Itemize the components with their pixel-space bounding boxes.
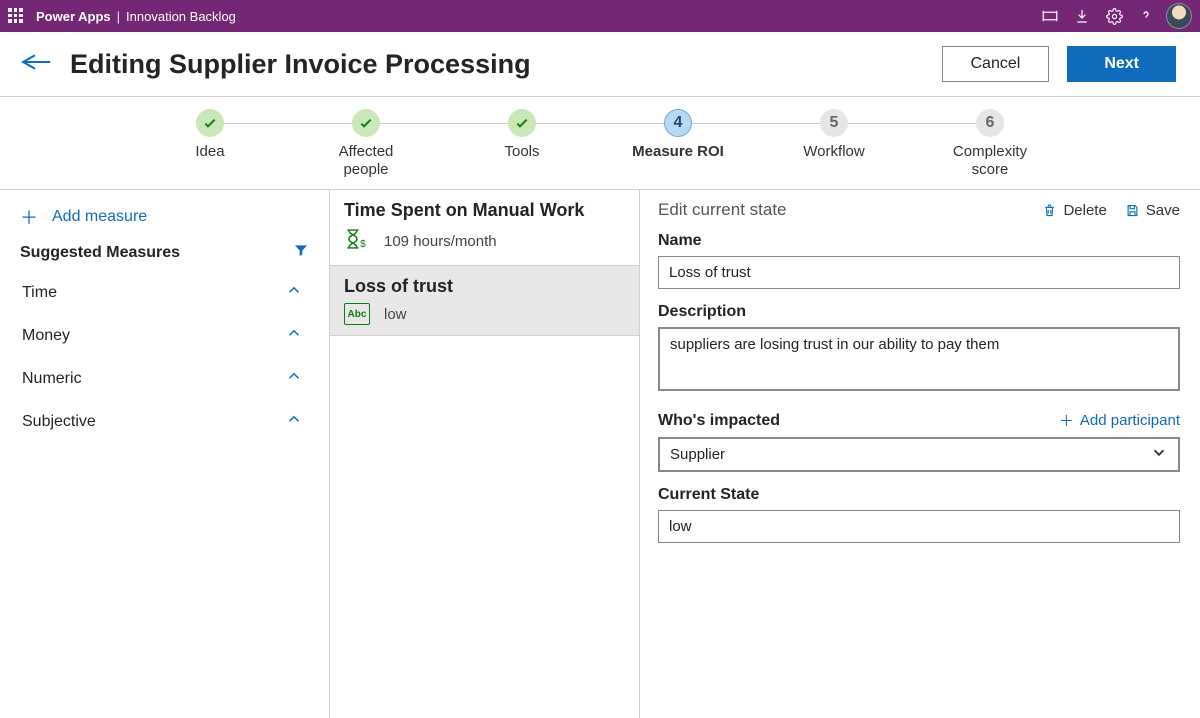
step-circle-icon: 6 [976,109,1004,137]
chevron-up-icon [285,410,303,433]
suggested-measures-heading: Suggested Measures [20,244,180,262]
add-measure-button[interactable]: ＋ Add measure [0,196,329,238]
step-connector [224,123,352,124]
save-label: Save [1146,202,1180,219]
avatar[interactable] [1166,3,1192,29]
back-button[interactable] [18,50,52,79]
step-6[interactable]: 6 Complexity score [944,109,1036,179]
app-name[interactable]: Power Apps [36,9,111,24]
step-4[interactable]: 4 Measure ROI [632,109,724,179]
category-numeric[interactable]: Numeric [0,357,329,400]
step-circle-icon: 5 [820,109,848,137]
page-title: Editing Supplier Invoice Processing [70,49,924,80]
category-label: Subjective [22,413,96,431]
measure-title: Time Spent on Manual Work [344,200,625,221]
current-state-input[interactable] [658,510,1180,543]
chevron-up-icon [285,367,303,390]
measures-sidebar: ＋ Add measure Suggested Measures Time Mon… [0,190,330,718]
name-input[interactable] [658,256,1180,289]
description-input[interactable] [658,327,1180,391]
waffle-icon[interactable] [8,8,24,24]
svg-text:$: $ [360,239,366,250]
step-connector [692,123,820,124]
fit-icon[interactable] [1034,0,1066,32]
step-label: Affected people [320,143,412,179]
step-2[interactable]: Affected people [320,109,412,179]
progress-stepper: Idea Affected people Tools 4 Measure ROI 5 Wor… [0,97,1200,190]
category-label: Time [22,284,57,302]
category-money[interactable]: Money [0,314,329,357]
add-participant-label: Add participant [1080,412,1180,429]
gear-icon[interactable] [1098,0,1130,32]
save-icon [1125,203,1140,218]
step-label: Complexity score [944,143,1036,179]
chevron-up-icon [285,281,303,304]
global-top-bar: Power Apps | Innovation Backlog [0,0,1200,32]
filter-icon[interactable] [293,242,309,263]
step-connector [536,123,664,124]
step-circle-icon [196,109,224,137]
category-subjective[interactable]: Subjective [0,400,329,443]
current-state-label: Current State [658,486,1180,504]
cancel-button[interactable]: Cancel [942,46,1050,82]
step-circle-icon: 4 [664,109,692,137]
description-label: Description [658,303,1180,321]
step-label: Measure ROI [632,143,724,161]
step-label: Idea [195,143,224,161]
step-3[interactable]: Tools [476,109,568,179]
step-connector [848,123,976,124]
category-label: Money [22,327,70,345]
hourglass-money-icon: $ [344,227,370,255]
topbar-separator: | [117,9,120,24]
measure-title: Loss of trust [344,276,625,297]
add-participant-button[interactable]: ＋ Add participant [1059,410,1180,431]
impacted-select[interactable] [658,437,1180,472]
measure-value: low [384,306,407,323]
page-header: Editing Supplier Invoice Processing Canc… [0,32,1200,97]
category-time[interactable]: Time [0,271,329,314]
edit-measure-panel: Edit current state Delete Save Name Desc… [640,190,1200,718]
trash-icon [1042,203,1057,218]
measures-list: Time Spent on Manual Work $109 hours/mont… [330,190,640,718]
step-connector [380,123,508,124]
add-measure-label: Add measure [52,208,147,226]
edit-panel-title: Edit current state [658,200,1024,220]
abc-icon: Abc [344,303,370,325]
breadcrumb-page[interactable]: Innovation Backlog [126,9,236,24]
measure-value: 109 hours/month [384,233,497,250]
step-1[interactable]: Idea [164,109,256,179]
help-icon[interactable] [1130,0,1162,32]
plus-icon: ＋ [1059,410,1074,431]
measure-card[interactable]: Time Spent on Manual Work $109 hours/mont… [330,190,639,266]
step-circle-icon [508,109,536,137]
chevron-up-icon [285,324,303,347]
category-label: Numeric [22,370,82,388]
delete-button[interactable]: Delete [1042,202,1106,219]
download-icon[interactable] [1066,0,1098,32]
save-button[interactable]: Save [1125,202,1180,219]
impacted-label: Who's impacted [658,412,780,430]
plus-icon: ＋ [20,204,38,230]
step-circle-icon [352,109,380,137]
measure-card[interactable]: Loss of trust Abclow [330,266,639,336]
step-label: Workflow [803,143,864,161]
step-label: Tools [504,143,539,161]
name-label: Name [658,232,1180,250]
delete-label: Delete [1063,202,1106,219]
next-button[interactable]: Next [1067,46,1176,82]
step-5[interactable]: 5 Workflow [788,109,880,179]
